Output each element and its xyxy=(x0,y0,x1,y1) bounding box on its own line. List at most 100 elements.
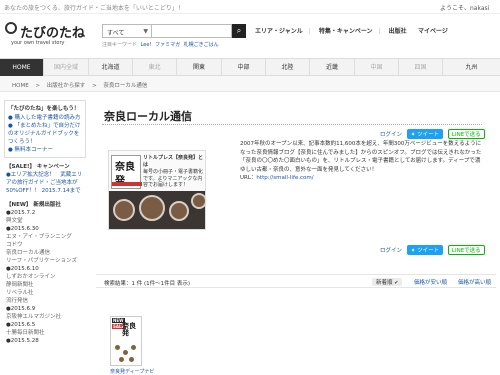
keywords-label: 注目キーワード xyxy=(102,42,138,48)
news-date: ●2015.6.10 xyxy=(6,266,39,272)
news-item[interactable]: リーフ・パブリケーションズ xyxy=(4,257,86,265)
food-photo xyxy=(109,191,205,229)
breadcrumb-publishers[interactable]: 出版社から探す xyxy=(47,83,86,89)
news-date: ●2015.6.5 xyxy=(6,322,36,328)
tweet-button[interactable]: ✦ ツイート xyxy=(406,245,444,255)
result-item-title[interactable]: 奈良発ディープナビ xyxy=(110,368,154,375)
tweet-label: ツイート xyxy=(417,248,440,254)
login-link[interactable]: ログイン xyxy=(380,130,402,138)
line-share-button[interactable]: LINEで送る xyxy=(447,129,485,139)
region-tab-home[interactable]: HOME xyxy=(0,59,44,76)
result-cover-title: 奈良発 xyxy=(122,321,136,337)
news-item[interactable]: しずおかオンライン xyxy=(4,273,86,281)
banner-caption-title: リトルプレス【奈良発】とは xyxy=(143,155,204,168)
plate-shape xyxy=(113,199,135,221)
site-logo[interactable]: たびのたね your own travel story xyxy=(5,22,95,52)
keyword-link[interactable]: ファミマガ xyxy=(155,42,180,48)
sale-text[interactable]: ●エリア拡大記念！ 武蔵エリアの旅行ガイド・ご当地本が50%OFF！！ 2015… xyxy=(4,171,86,195)
keyword-link[interactable]: 札幌ごきごはん xyxy=(184,42,219,48)
guide-link[interactable]: ● 「まとめたね」で自分だけのオリジナルガイドブックをつくろう！ xyxy=(8,122,82,146)
food-dot xyxy=(129,357,134,362)
url-label: URL： xyxy=(240,175,257,181)
logo-subtitle: your own travel story xyxy=(11,40,65,46)
logo-text: たびのたね xyxy=(20,26,86,41)
twitter-bird-icon: ✦ xyxy=(410,132,416,138)
search-input[interactable] xyxy=(152,24,232,38)
keyword-link[interactable]: Lee! xyxy=(141,42,152,48)
nav-publishers[interactable]: 出版社 xyxy=(389,28,407,35)
guide-link[interactable]: ● 購入した電子書籍の読み方 xyxy=(8,114,82,122)
page-title: 奈良ローカル通信 xyxy=(104,110,192,123)
news-item[interactable]: エヌ・アイ・プランニング xyxy=(4,233,86,241)
region-tab[interactable]: 東北 xyxy=(133,59,177,76)
guide-box-title: 「たびのたね」を楽しもう！ xyxy=(8,106,80,112)
sort-newest[interactable]: 新着順 ✔ xyxy=(372,278,403,286)
breadcrumb: HOME > 出版社から探す > 奈良ローカル通信 xyxy=(0,76,500,92)
new-publishers-heading: 【NEW】 新規出版社 xyxy=(6,202,61,208)
line-share-button[interactable]: LINEで送る xyxy=(447,245,485,255)
share-bar-bottom: ログイン ✦ ツイート LINEで送る xyxy=(380,245,485,255)
results-count: 検索結果：1 件 (1件〜1件目 表示) xyxy=(104,281,191,287)
breadcrumb-separator: > xyxy=(92,83,97,89)
news-date: ●2015.7.2 xyxy=(6,210,36,216)
top-strip: あなたの旅をつくる、旅行ガイド・ご当地本を「いいとこどり」！ ようこそ、naka… xyxy=(0,0,500,14)
site-tagline: あなたの旅をつくる、旅行ガイド・ご当地本を「いいとこどり」！ xyxy=(4,5,184,12)
login-link[interactable]: ログイン xyxy=(380,246,402,254)
publisher-description: 2007年秋のオープン以来、記事本数約11,600本を超え、年間300万ページビ… xyxy=(240,140,485,183)
main-content: 奈良ローカル通信 ログイン ✦ ツイート LINEで送る 奈良 発 リトルプレス… xyxy=(96,92,496,375)
nav-separator: | xyxy=(378,28,381,35)
food-dot xyxy=(119,357,124,362)
mypage-link[interactable]: マイページ xyxy=(418,26,448,35)
publisher-banner-image: 奈良 発 リトルプレス【奈良発】とは 毎号の小冊子・電子書籍化です。よりマニアッ… xyxy=(108,150,206,230)
title-divider xyxy=(102,124,482,125)
plate-shape xyxy=(169,201,189,221)
news-item[interactable]: 流行発信 xyxy=(4,297,86,305)
site-header: たびのたね your own travel story すべて ▼ ⌕ 注目キー… xyxy=(0,14,500,58)
sidebar: 「たびのたね」を楽しもう！ ● 購入した電子書籍の読み方 ● 「まとめたね」で自… xyxy=(4,100,86,375)
trending-keywords: 注目キーワード Lee! ファミマガ 札幌ごきごはん xyxy=(102,41,219,48)
region-tab[interactable]: 北海道 xyxy=(89,59,133,76)
region-nav: HOME 国内全域 北海道 東北 関東 中部 北陸 近畿 中国 四国 九州 xyxy=(0,58,500,76)
share-bar-top: ログイン ✦ ツイート LINEで送る xyxy=(380,129,485,139)
tweet-button[interactable]: ✦ ツイート xyxy=(406,129,444,139)
twitter-bird-icon: ✦ xyxy=(410,248,416,254)
news-item[interactable]: 京阪神エルマガジン社 xyxy=(4,313,86,321)
news-item[interactable]: 興文堂 xyxy=(4,217,86,225)
news-date: ●2015.6.30 xyxy=(6,226,39,232)
results-filter-bar: 検索結果：1 件 (1件〜1件目 表示) 新着順 ✔ 価格が安い順 価格が高い順 xyxy=(96,274,496,288)
region-tab[interactable]: 関東 xyxy=(177,59,222,76)
chevron-down-icon: ▼ xyxy=(143,28,148,35)
sort-price-high[interactable]: 価格が高い順 xyxy=(458,278,491,286)
publisher-url-link[interactable]: http://small-life.com/ xyxy=(256,175,313,181)
banner-caption-body: 毎号の小冊子・電子書籍化です。よりマニアックな内容でお届けします！ xyxy=(143,169,204,188)
search-icon: ⌕ xyxy=(236,26,242,35)
banner-caption: リトルプレス【奈良発】とは 毎号の小冊子・電子書籍化です。よりマニアックな内容で… xyxy=(143,155,205,189)
news-item[interactable]: 十勝毎日新聞社 xyxy=(4,329,86,337)
user-greeting[interactable]: ようこそ、nakasi xyxy=(440,3,489,12)
region-tab[interactable]: 九州 xyxy=(443,59,500,76)
news-item[interactable]: コドウ xyxy=(4,241,86,249)
news-item[interactable]: 静岡新聞社 xyxy=(4,281,86,289)
nav-features[interactable]: 特集・キャンペーン xyxy=(319,28,373,35)
plate-shape xyxy=(191,193,205,209)
global-nav: エリア・ジャンル | 特集・キャンペーン | 出版社 xyxy=(255,26,413,35)
food-dot xyxy=(123,350,128,355)
nav-area-genre[interactable]: エリア・ジャンル xyxy=(255,28,303,35)
magazine-cover: 奈良 発 xyxy=(111,155,142,189)
cover-title-line1: 奈良 xyxy=(115,162,135,173)
search-button[interactable]: ⌕ xyxy=(232,24,246,38)
region-tab[interactable]: 国内全域 xyxy=(44,59,89,76)
search-category-value: すべて xyxy=(107,30,125,37)
search-category-select[interactable]: すべて ▼ xyxy=(102,24,152,38)
region-tab[interactable]: 四国 xyxy=(399,59,443,76)
news-item[interactable]: リベラル社 xyxy=(4,289,86,297)
region-tab[interactable]: 近畿 xyxy=(310,59,355,76)
sort-price-low[interactable]: 価格が安い順 xyxy=(414,278,447,286)
guide-link[interactable]: ● 無料本コーナー xyxy=(8,146,82,154)
breadcrumb-home[interactable]: HOME xyxy=(12,83,29,89)
region-tab[interactable]: 中国 xyxy=(355,59,399,76)
result-item-cover[interactable]: NEW SALE 奈良発 xyxy=(110,316,142,366)
news-item[interactable]: 奈良ローカル通信 xyxy=(4,249,86,257)
region-tab[interactable]: 北陸 xyxy=(266,59,310,76)
region-tab[interactable]: 中部 xyxy=(222,59,266,76)
